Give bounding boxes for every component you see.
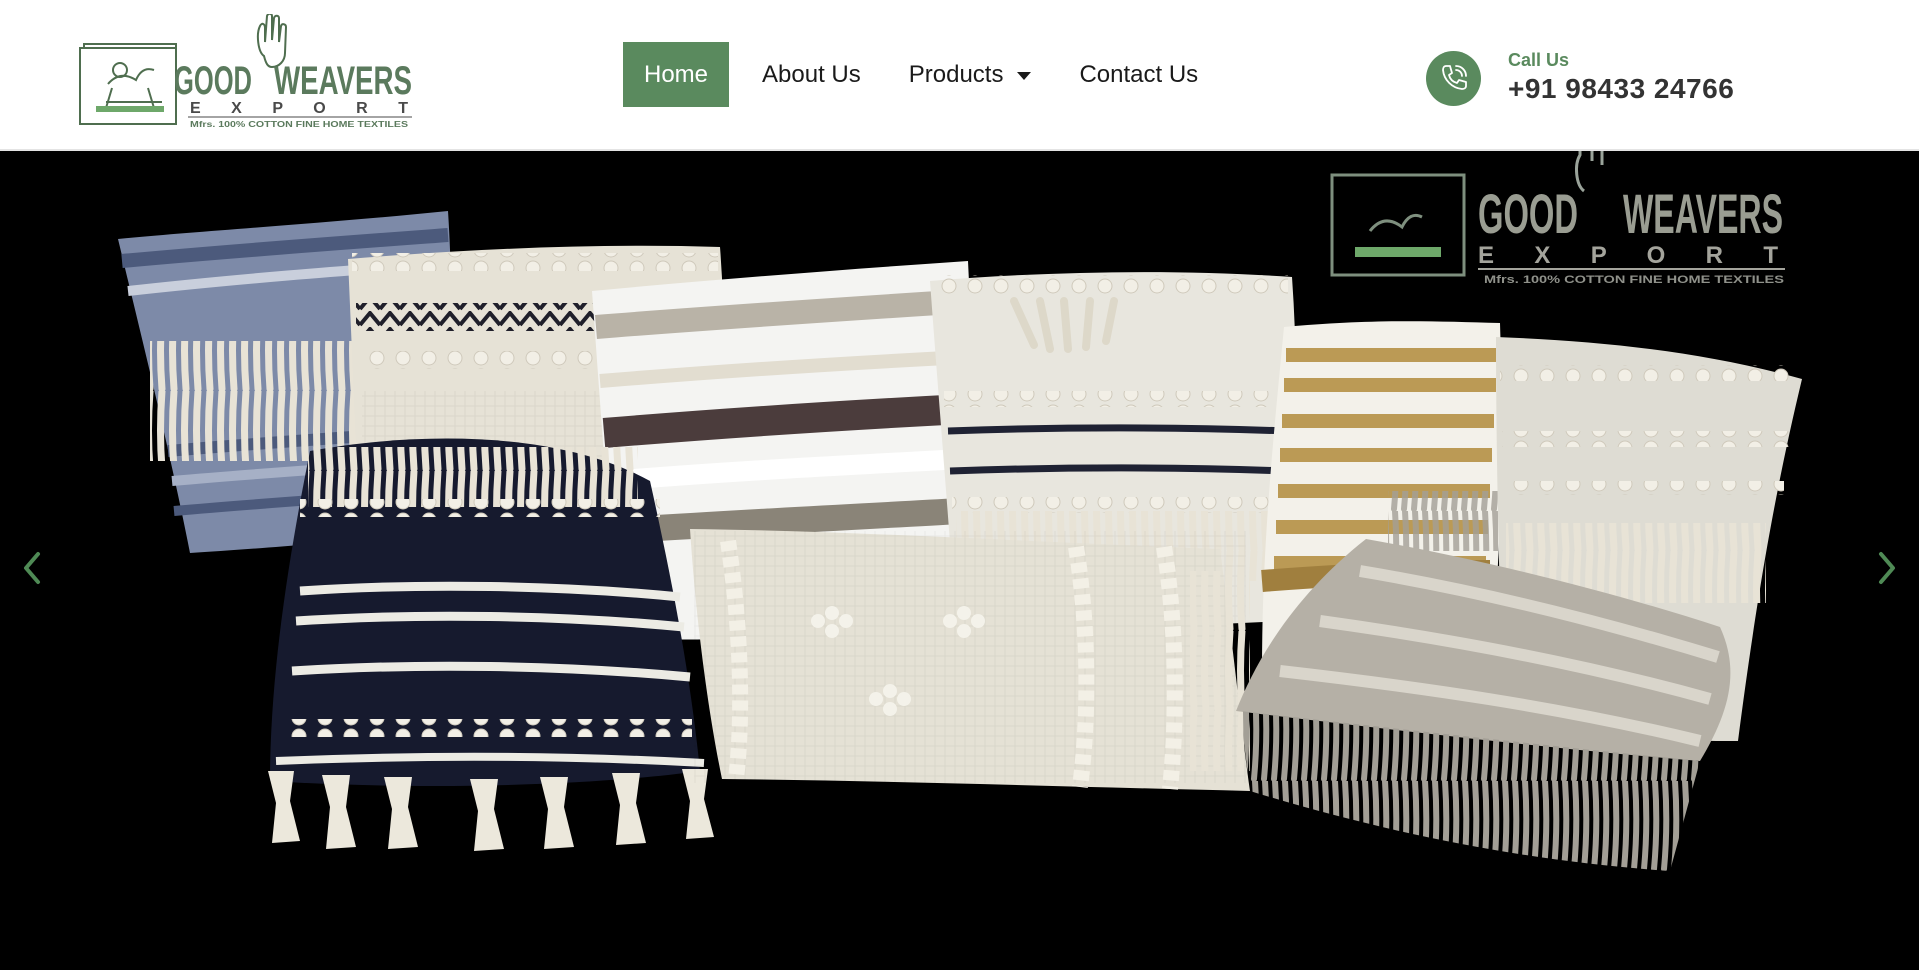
main-nav: Home About Us Products Contact Us: [623, 42, 1219, 107]
nav-home[interactable]: Home: [623, 42, 730, 107]
slider-prev-button[interactable]: [11, 536, 51, 600]
cushion-black-tassel: [268, 438, 714, 851]
watermark-good: GOOD: [1478, 182, 1578, 245]
call-us-label: Call Us: [1508, 50, 1570, 70]
slider-next-button[interactable]: [1868, 536, 1908, 600]
watermark-export: E X P O R T: [1478, 242, 1778, 269]
nav-products-label: Products: [908, 60, 1004, 88]
watermark-weavers: WEAVERS: [1623, 182, 1783, 245]
cushion-cream-lumbar: [690, 529, 1250, 791]
logo-tagline: Mfrs. 100% COTTON FINE HOME TEXTILES: [190, 120, 409, 129]
site-header: GOOD WEAVERS E X P O R T Mfrs. 100% COTT…: [0, 0, 1919, 151]
caret-down-icon: [1017, 71, 1032, 80]
nav-contact-us[interactable]: Contact Us: [1058, 42, 1219, 107]
call-us-block[interactable]: Call Us +91 98433 24766: [1426, 44, 1734, 112]
watermark-tagline: Mfrs. 100% COTTON FINE HOME TEXTILES: [1484, 274, 1784, 286]
site-logo[interactable]: GOOD WEAVERS E X P O R T Mfrs. 100% COTT…: [78, 14, 414, 130]
hero-watermark-logo: GOOD WEAVERS E X P O R T Mfrs. 100% COTT…: [1330, 151, 1785, 286]
nav-products[interactable]: Products: [882, 42, 1059, 107]
hero-slider: GOOD WEAVERS E X P O R T Mfrs. 100% COTT…: [0, 151, 1919, 970]
nav-about-us[interactable]: About Us: [741, 42, 882, 107]
logo-wordmark-good: GOOD: [174, 59, 252, 103]
hero-image: GOOD WEAVERS E X P O R T Mfrs. 100% COTT…: [0, 151, 1919, 970]
phone-icon[interactable]: [1426, 50, 1481, 106]
nav-contact-us-label: Contact Us: [1079, 60, 1199, 88]
chevron-left-icon: [24, 552, 40, 584]
nav-home-label: Home: [644, 60, 709, 88]
logo-wordmark-weavers: WEAVERS: [274, 59, 412, 103]
nav-about-us-label: About Us: [762, 60, 861, 88]
chevron-right-icon: [1879, 552, 1895, 584]
phone-number[interactable]: +91 98433 24766: [1508, 71, 1734, 107]
